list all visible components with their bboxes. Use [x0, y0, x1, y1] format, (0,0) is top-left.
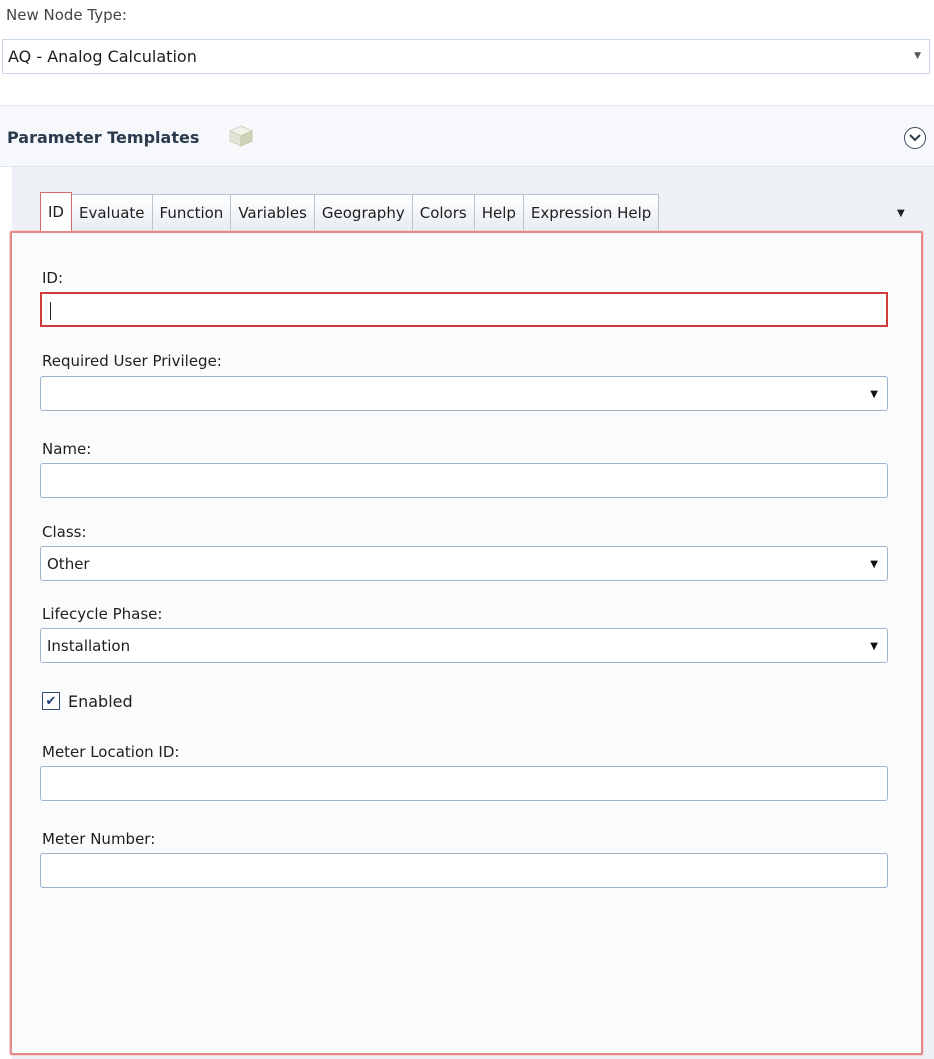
enabled-checkbox[interactable]: ✔ — [42, 692, 60, 710]
chevron-down-icon[interactable]: ▼ — [870, 389, 878, 400]
cube-icon[interactable] — [228, 124, 254, 148]
tab-help[interactable]: Help — [473, 194, 524, 231]
text-caret — [50, 302, 51, 320]
tab-strip: ID Evaluate Function Variables Geography… — [40, 192, 660, 231]
lifecycle-phase-select[interactable]: Installation ▼ — [40, 628, 888, 663]
checkmark-icon: ✔ — [45, 693, 57, 709]
node-type-value: AQ - Analog Calculation — [8, 47, 197, 66]
chevron-down-icon[interactable]: ▼ — [870, 559, 878, 570]
tab-variables[interactable]: Variables — [230, 194, 315, 231]
lifecycle-phase-label: Lifecycle Phase: — [42, 605, 163, 623]
node-type-combobox[interactable]: AQ - Analog Calculation ▼ — [2, 39, 930, 74]
new-node-type-label: New Node Type: — [6, 6, 127, 24]
lifecycle-phase-value: Installation — [47, 636, 131, 655]
enabled-label: Enabled — [68, 692, 133, 711]
meter-location-id-label: Meter Location ID: — [42, 743, 180, 761]
id-input[interactable] — [40, 292, 888, 327]
chevron-down-icon[interactable]: ▼ — [870, 641, 878, 652]
tab-geography[interactable]: Geography — [313, 194, 413, 231]
name-label: Name: — [42, 440, 92, 458]
meter-number-label: Meter Number: — [42, 830, 156, 848]
collapse-chevron-icon[interactable] — [904, 127, 926, 149]
spacer-strip — [0, 88, 934, 106]
tab-id[interactable]: ID — [40, 192, 72, 231]
id-label: ID: — [42, 269, 64, 287]
name-input[interactable] — [40, 463, 888, 498]
tab-overflow-chevron-down-icon[interactable]: ▼ — [897, 208, 905, 219]
class-select[interactable]: Other ▼ — [40, 546, 888, 581]
required-user-privilege-label: Required User Privilege: — [42, 352, 222, 370]
class-label: Class: — [42, 523, 87, 541]
tab-evaluate[interactable]: Evaluate — [70, 194, 153, 231]
section-title: Parameter Templates — [7, 128, 200, 147]
required-user-privilege-select[interactable]: ▼ — [40, 376, 888, 411]
tab-function[interactable]: Function — [151, 194, 232, 231]
meter-location-id-input[interactable] — [40, 766, 888, 801]
meter-number-input[interactable] — [40, 853, 888, 888]
class-value: Other — [47, 554, 90, 573]
tab-expression-help[interactable]: Expression Help — [522, 194, 660, 231]
chevron-down-icon[interactable]: ▼ — [914, 51, 921, 61]
tab-colors[interactable]: Colors — [411, 194, 475, 231]
